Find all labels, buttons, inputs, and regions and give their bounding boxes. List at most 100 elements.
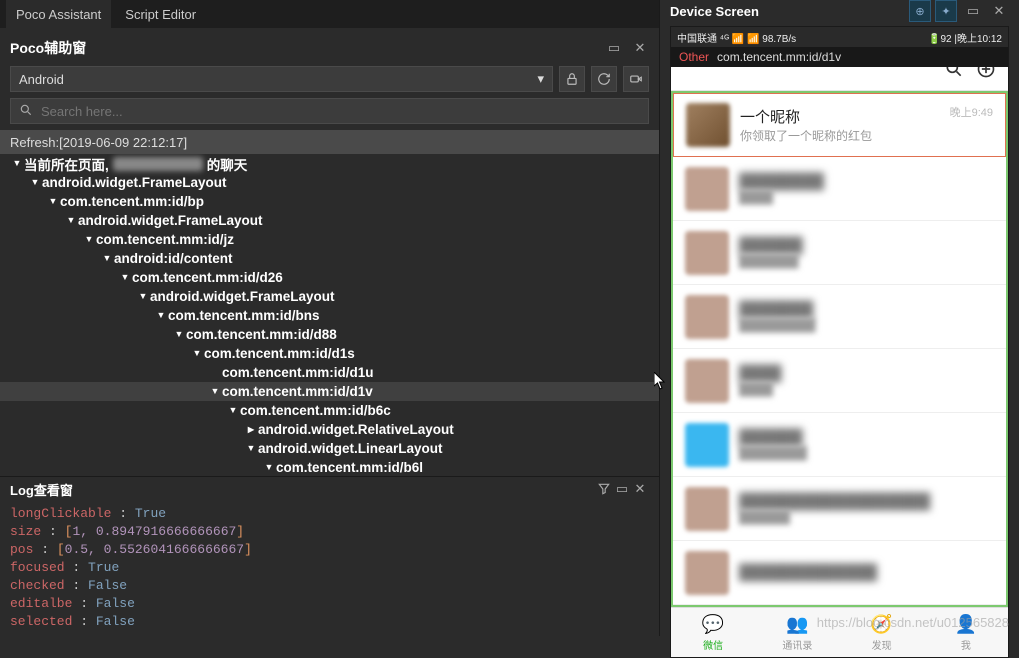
hierarchy-tree[interactable]: 当前所在页面, 的聊天android.widget.FrameLayoutcom… — [0, 154, 659, 476]
close-log-button[interactable]: ✕ — [631, 480, 649, 498]
tree-node[interactable]: android.widget.FrameLayout — [0, 211, 659, 230]
log-line: longClickable : True — [10, 505, 649, 523]
caret-icon[interactable] — [64, 215, 78, 226]
overlay-path: com.tencent.mm:id/d1v — [717, 50, 841, 64]
caret-icon[interactable] — [208, 386, 222, 397]
tree-label: android.widget.FrameLayout — [42, 175, 227, 190]
tab-chats[interactable]: 💬微信 — [671, 608, 755, 657]
chat-item[interactable]: ██████████████ — [673, 413, 1006, 477]
refresh-bar[interactable]: Refresh:[2019-06-09 22:12:17] — [0, 130, 659, 154]
record-button[interactable] — [623, 66, 649, 92]
poco-title: Poco辅助窗 — [10, 38, 605, 58]
editor-tabs: Poco Assistant Script Editor — [0, 0, 659, 28]
avatar — [685, 487, 729, 531]
search-input[interactable] — [41, 104, 640, 119]
tree-label: com.tencent.mm:id/bns — [168, 308, 320, 323]
tree-label: android.widget.RelativeLayout — [258, 422, 454, 437]
detach-button[interactable]: ▭ — [605, 39, 623, 57]
close-panel-button[interactable]: ✕ — [631, 39, 649, 57]
detach-log-button[interactable]: ▭ — [613, 480, 631, 498]
caret-icon[interactable] — [28, 177, 42, 188]
caret-icon[interactable] — [10, 158, 24, 169]
platform-value: Android — [19, 72, 537, 87]
tab-poco-assistant[interactable]: Poco Assistant — [6, 0, 111, 28]
chat-item[interactable]: █████████████ — [673, 541, 1006, 605]
tree-node[interactable]: com.tencent.mm:id/d88 — [0, 325, 659, 344]
tree-node[interactable]: android.widget.FrameLayout — [0, 173, 659, 192]
inspector-overlay-path: Other com.tencent.mm:id/d1v — [671, 47, 1008, 67]
tree-node[interactable]: com.tencent.mm:id/d1s — [0, 344, 659, 363]
inspector-tools-button[interactable]: ✦ — [935, 0, 957, 22]
chat-item[interactable]: ████████████████████████ — [673, 477, 1006, 541]
tree-node[interactable]: android:id/content — [0, 249, 659, 268]
chat-item[interactable]: 一个昵称 你领取了一个昵称的红包 晚上9:49 — [673, 93, 1006, 157]
avatar — [685, 423, 729, 467]
tree-node[interactable]: com.tencent.mm:id/d1v — [0, 382, 659, 401]
log-body[interactable]: longClickable : Truesize : [1, 0.8947916… — [0, 501, 659, 636]
chat-list[interactable]: 一个昵称 你领取了一个昵称的红包 晚上9:49 ████████████ ███… — [671, 91, 1008, 607]
avatar — [685, 359, 729, 403]
tree-node[interactable]: com.tencent.mm:id/b6c — [0, 401, 659, 420]
log-line: editalbe : False — [10, 595, 649, 613]
caret-icon[interactable] — [118, 272, 132, 283]
inspector-crosshair-button[interactable]: ⊕ — [909, 0, 931, 22]
log-line: selected : False — [10, 613, 649, 631]
poco-header: Poco辅助窗 ▭ ✕ — [0, 36, 659, 60]
filter-button[interactable] — [595, 480, 613, 498]
chat-subtitle: 你领取了一个昵称的红包 — [740, 127, 940, 144]
tree-node[interactable]: android.widget.LinearLayout — [0, 439, 659, 458]
chat-item[interactable]: ████████ — [673, 349, 1006, 413]
tree-label: com.tencent.mm:id/d1v — [222, 384, 373, 399]
caret-icon[interactable] — [46, 196, 60, 207]
right-panel: Device Screen ⊕ ✦ ▭ ✕ 中国联通 ⁴ᴳ 📶 📶 98.7B/… — [660, 0, 1019, 636]
tree-node[interactable]: com.tencent.mm:id/bns — [0, 306, 659, 325]
detach-device-button[interactable]: ▭ — [963, 1, 983, 21]
tree-node[interactable]: com.tencent.mm:id/d1u — [0, 363, 659, 382]
tab-script-editor[interactable]: Script Editor — [115, 0, 206, 28]
device-screen[interactable]: 中国联通 ⁴ᴳ 📶 📶 98.7B/s 🔋92 |晚上10:12 Other c… — [670, 26, 1009, 658]
tree-label: com.tencent.mm:id/d26 — [132, 270, 283, 285]
chat-item[interactable]: ████████████████ — [673, 285, 1006, 349]
tree-node[interactable]: 当前所在页面, 的聊天 — [0, 154, 659, 173]
caret-icon[interactable] — [226, 405, 240, 416]
tree-label: android.widget.LinearLayout — [258, 441, 443, 456]
lock-button[interactable] — [559, 66, 585, 92]
log-section: Log查看窗 ▭ ✕ longClickable : Truesize : [1… — [0, 476, 659, 636]
tree-node[interactable]: com.tencent.mm:id/bp — [0, 192, 659, 211]
platform-dropdown[interactable]: Android ▾ — [10, 66, 553, 92]
avatar — [685, 551, 729, 595]
tree-node[interactable]: com.tencent.mm:id/jz — [0, 230, 659, 249]
chat-item[interactable]: █████████████ — [673, 221, 1006, 285]
tree-node[interactable]: com.tencent.mm:id/d26 — [0, 268, 659, 287]
chat-name: 一个昵称 — [740, 106, 940, 127]
tree-label: android.widget.FrameLayout — [150, 289, 335, 304]
device-header: Device Screen ⊕ ✦ ▭ ✕ — [660, 0, 1019, 22]
caret-icon[interactable] — [136, 291, 150, 302]
caret-icon[interactable] — [262, 462, 276, 473]
tree-node[interactable]: android.widget.FrameLayout — [0, 287, 659, 306]
search-row — [10, 98, 649, 124]
tree-node[interactable]: com.tencent.mm:id/b6l — [0, 458, 659, 476]
tree-label: com.tencent.mm:id/jz — [96, 232, 234, 247]
avatar — [685, 231, 729, 275]
caret-icon[interactable] — [244, 424, 258, 435]
log-line: focused : True — [10, 559, 649, 577]
log-line: checked : False — [10, 577, 649, 595]
tree-node[interactable]: android.widget.RelativeLayout — [0, 420, 659, 439]
close-device-button[interactable]: ✕ — [989, 1, 1009, 21]
tree-label: 当前所在页面, — [24, 154, 109, 174]
tab-contacts[interactable]: 👥通讯录 — [755, 608, 839, 657]
caret-icon[interactable] — [100, 253, 114, 264]
refresh-button[interactable] — [591, 66, 617, 92]
caret-icon[interactable] — [82, 234, 96, 245]
tree-label: com.tencent.mm:id/d1s — [204, 346, 355, 361]
avatar — [686, 103, 730, 147]
caret-icon[interactable] — [190, 348, 204, 359]
caret-icon[interactable] — [172, 329, 186, 340]
tab-discover[interactable]: 🧭发现 — [840, 608, 924, 657]
caret-icon[interactable] — [154, 310, 168, 321]
tree-label: com.tencent.mm:id/d1u — [222, 365, 374, 380]
caret-icon[interactable] — [244, 443, 258, 454]
tab-me[interactable]: 👤我 — [924, 608, 1008, 657]
chat-item[interactable]: ████████████ — [673, 157, 1006, 221]
